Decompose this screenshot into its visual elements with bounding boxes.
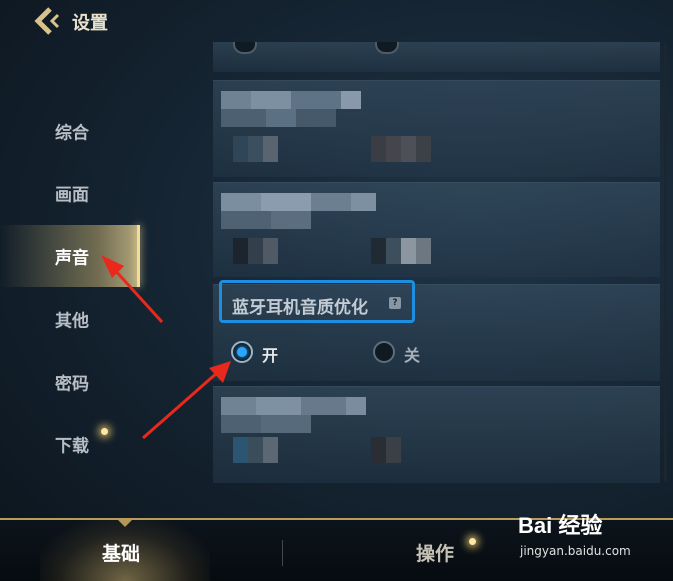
scrollbar-track[interactable] <box>664 42 667 482</box>
sidebar-item-label: 画面 <box>55 185 89 206</box>
sidebar-item-general[interactable]: 综合 <box>0 100 140 162</box>
sidebar-item-graphics[interactable]: 画面 <box>0 162 140 224</box>
sidebar-item-password[interactable]: 密码 <box>0 351 140 413</box>
obscured-option <box>371 136 431 162</box>
settings-card-obscured <box>213 386 660 483</box>
settings-card-partial <box>213 42 660 72</box>
radio-label: 开 <box>262 346 279 365</box>
header: 设置 <box>0 0 673 42</box>
obscured-title <box>221 211 311 229</box>
help-icon[interactable]: ? <box>389 297 401 309</box>
settings-screen: 设置 综合 画面 声音 其他 密码 下载 蓝牙耳机音质优化 ? 开 关 基础 操… <box>0 0 673 581</box>
sidebar-item-download[interactable]: 下载 <box>0 413 140 475</box>
obscured-option <box>371 238 431 264</box>
obscured-title <box>221 109 336 127</box>
sidebar-item-label: 其他 <box>55 311 89 332</box>
obscured-option <box>371 437 401 463</box>
notification-dot <box>101 428 108 435</box>
bluetooth-setting-title: 蓝牙耳机音质优化 <box>232 298 368 318</box>
radio-partial[interactable] <box>375 42 399 54</box>
obscured-option <box>233 136 278 162</box>
chevron-left-icon <box>34 7 60 35</box>
sidebar-item-label: 综合 <box>55 123 89 144</box>
sidebar-item-label: 密码 <box>55 374 89 395</box>
sidebar-item-label: 下载 <box>55 436 89 457</box>
watermark-url: jingyan.baidu.com <box>520 544 631 558</box>
tab-label: 操作 <box>416 543 455 565</box>
page-title: 设置 <box>72 13 108 34</box>
obscured-option <box>233 238 278 264</box>
notification-dot <box>469 538 476 545</box>
tab-divider <box>282 540 283 566</box>
obscured-title <box>221 193 376 211</box>
obscured-title <box>221 415 311 433</box>
sidebar-item-sound[interactable]: 声音 <box>0 225 140 287</box>
tab-basic[interactable]: 基础 <box>40 520 210 581</box>
obscured-option <box>233 437 278 463</box>
watermark-brand: Bai 经验 <box>518 513 603 538</box>
radio-circle <box>373 341 395 363</box>
radio-selected-dot <box>237 347 247 357</box>
radio-partial[interactable] <box>233 42 257 54</box>
radio-circle <box>231 341 253 363</box>
radio-label: 关 <box>404 346 421 365</box>
obscured-title <box>221 397 366 415</box>
baidu-jingyan-watermark: Bai 经验 jingyan.baidu.com <box>518 508 668 572</box>
obscured-title <box>221 91 361 109</box>
settings-card-obscured <box>213 182 660 277</box>
bluetooth-setting-highlight: 蓝牙耳机音质优化 ? <box>219 280 415 323</box>
settings-card-obscured <box>213 80 660 177</box>
sidebar-item-other[interactable]: 其他 <box>0 288 140 350</box>
tab-label: 基础 <box>102 543 141 565</box>
back-button[interactable] <box>30 6 62 36</box>
sidebar: 综合 画面 声音 其他 密码 下载 <box>0 95 145 495</box>
sidebar-item-label: 声音 <box>55 248 89 269</box>
active-indicator <box>137 225 140 287</box>
tab-controls[interactable]: 操作 <box>380 520 530 581</box>
